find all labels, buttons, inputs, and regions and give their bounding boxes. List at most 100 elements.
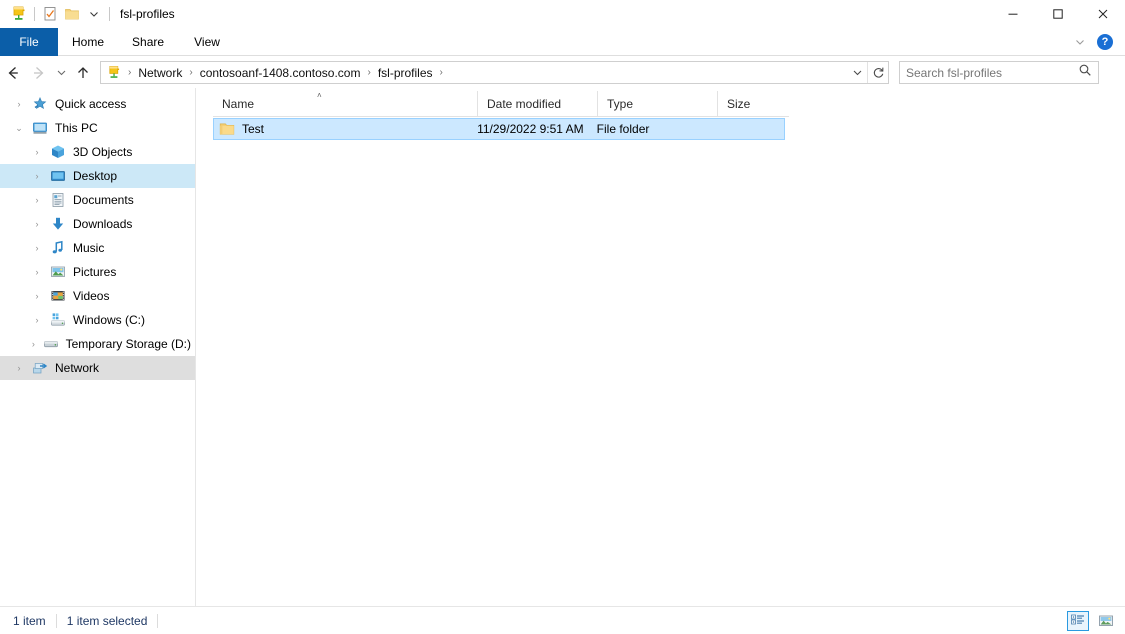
network-folder-icon[interactable] xyxy=(8,3,30,25)
up-button[interactable] xyxy=(70,60,96,86)
sidebar-item-label: Downloads xyxy=(73,212,132,236)
file-name-cell[interactable]: Test xyxy=(214,119,477,139)
window-controls xyxy=(990,0,1125,28)
expand-ribbon-icon[interactable] xyxy=(1071,33,1089,51)
chevron-right-icon[interactable]: › xyxy=(26,188,48,212)
table-row[interactable]: Test 11/29/2022 9:51 AM File folder xyxy=(213,118,785,140)
chevron-right-icon[interactable]: › xyxy=(26,284,48,308)
music-note-icon xyxy=(48,238,68,258)
new-folder-icon[interactable] xyxy=(61,3,83,25)
sidebar-item-music[interactable]: › Music xyxy=(0,236,195,260)
videos-icon xyxy=(48,286,68,306)
status-bar: 1 item 1 item selected xyxy=(0,606,1125,634)
breadcrumb-item-share[interactable]: fsl-profiles xyxy=(375,66,436,80)
breadcrumb-bar[interactable]: › Network › contosoanf-1408.contoso.com … xyxy=(100,61,889,84)
chevron-right-icon[interactable]: › xyxy=(8,92,30,116)
sidebar-item-label: Pictures xyxy=(73,260,116,284)
pictures-icon xyxy=(48,262,68,282)
chevron-right-icon[interactable]: › xyxy=(26,260,48,284)
breadcrumb-item-network[interactable]: Network xyxy=(135,66,185,80)
large-icons-view-button[interactable] xyxy=(1095,611,1117,631)
breadcrumb-separator-2: › xyxy=(363,67,374,78)
selection-count-label: 1 item selected xyxy=(67,614,148,628)
file-explorer-window: fsl-profiles File Home Share View xyxy=(0,0,1125,634)
breadcrumb-right-controls xyxy=(847,62,888,83)
close-button[interactable] xyxy=(1080,0,1125,28)
sidebar-item-desktop[interactable]: › Desktop xyxy=(0,164,195,188)
tab-file[interactable]: File xyxy=(0,28,58,56)
sidebar-item-videos[interactable]: › Videos xyxy=(0,284,195,308)
sidebar-item-label: Music xyxy=(73,236,104,260)
refresh-icon[interactable] xyxy=(868,62,888,83)
breadcrumb-separator-0: › xyxy=(124,67,135,78)
column-header-type[interactable]: Type xyxy=(597,91,717,117)
navigation-pane: › Quick access ⌄ xyxy=(0,88,196,606)
sidebar-item-this-pc[interactable]: ⌄ This PC xyxy=(0,116,195,140)
breadcrumb-separator-1: › xyxy=(185,67,196,78)
sidebar-item-temporary-storage-d[interactable]: › Temporary Storage (D:) xyxy=(0,332,195,356)
main-body: › Quick access ⌄ xyxy=(0,88,1125,606)
ribbon-right-controls: ? xyxy=(1071,28,1121,56)
maximize-button[interactable] xyxy=(1035,0,1080,28)
tab-share[interactable]: Share xyxy=(118,28,178,56)
details-view-button[interactable] xyxy=(1067,611,1089,631)
chevron-down-icon[interactable] xyxy=(83,3,105,25)
sidebar-item-downloads[interactable]: › Downloads xyxy=(0,212,195,236)
column-header-label: Size xyxy=(727,97,750,111)
chevron-right-icon[interactable]: › xyxy=(26,332,41,356)
chevron-right-icon[interactable]: › xyxy=(26,308,48,332)
network-icon xyxy=(30,358,50,378)
breadcrumb-separator-3: › xyxy=(436,67,447,78)
back-button[interactable] xyxy=(0,60,26,86)
file-size-cell xyxy=(716,119,784,139)
search-icon[interactable] xyxy=(1078,63,1092,82)
folder-icon xyxy=(219,121,235,137)
column-header-label: Date modified xyxy=(487,97,561,111)
sidebar-item-3d-objects[interactable]: › 3D Objects xyxy=(0,140,195,164)
ribbon-tab-bar: File Home Share View ? xyxy=(0,28,1125,56)
sidebar-item-network[interactable]: › Network xyxy=(0,356,195,380)
column-header-size[interactable]: Size xyxy=(717,91,789,117)
search-input[interactable] xyxy=(906,66,1078,80)
desktop-icon xyxy=(48,166,68,186)
sidebar-item-quick-access[interactable]: › Quick access xyxy=(0,92,195,116)
sidebar-item-documents[interactable]: › Documents xyxy=(0,188,195,212)
window-title: fsl-profiles xyxy=(120,0,175,28)
recent-locations-icon[interactable] xyxy=(52,60,70,86)
network-share-icon xyxy=(106,65,122,81)
file-list-pane[interactable]: ˄ Name Date modified Type Size xyxy=(196,88,1125,606)
title-bar: fsl-profiles xyxy=(0,0,1125,28)
chevron-right-icon[interactable]: › xyxy=(8,356,30,380)
sidebar-item-label: Network xyxy=(55,356,99,380)
minimize-button[interactable] xyxy=(990,0,1035,28)
sidebar-item-windows-c[interactable]: › Windows (C:) xyxy=(0,308,195,332)
cube-icon xyxy=(48,142,68,162)
sidebar-item-label: Desktop xyxy=(73,164,117,188)
properties-icon[interactable] xyxy=(39,3,61,25)
sidebar-item-pictures[interactable]: › Pictures xyxy=(0,260,195,284)
address-dropdown-icon[interactable] xyxy=(847,62,867,83)
view-mode-buttons xyxy=(1067,611,1117,631)
forward-button[interactable] xyxy=(26,60,52,86)
sort-ascending-icon: ˄ xyxy=(317,92,322,100)
chevron-down-icon[interactable]: ⌄ xyxy=(8,116,30,140)
documents-icon xyxy=(48,190,68,210)
sidebar-item-label: Videos xyxy=(73,284,109,308)
breadcrumb-item-server[interactable]: contosoanf-1408.contoso.com xyxy=(197,66,364,80)
help-icon[interactable]: ? xyxy=(1097,34,1113,50)
address-bar: › Network › contosoanf-1408.contoso.com … xyxy=(0,57,1125,88)
chevron-right-icon[interactable]: › xyxy=(26,140,48,164)
file-list: Test 11/29/2022 9:51 AM File folder xyxy=(213,118,785,140)
star-icon xyxy=(30,94,50,114)
tab-home[interactable]: Home xyxy=(58,28,118,56)
chevron-right-icon[interactable]: › xyxy=(26,212,48,236)
file-date-cell: 11/29/2022 9:51 AM xyxy=(477,119,597,139)
chevron-right-icon[interactable]: › xyxy=(26,164,48,188)
search-box[interactable] xyxy=(899,61,1099,84)
qat-separator-1 xyxy=(34,7,35,21)
tab-view[interactable]: View xyxy=(178,28,236,56)
column-header-name[interactable]: ˄ Name xyxy=(213,91,477,117)
monitor-icon xyxy=(30,118,50,138)
chevron-right-icon[interactable]: › xyxy=(26,236,48,260)
column-header-date-modified[interactable]: Date modified xyxy=(477,91,597,117)
